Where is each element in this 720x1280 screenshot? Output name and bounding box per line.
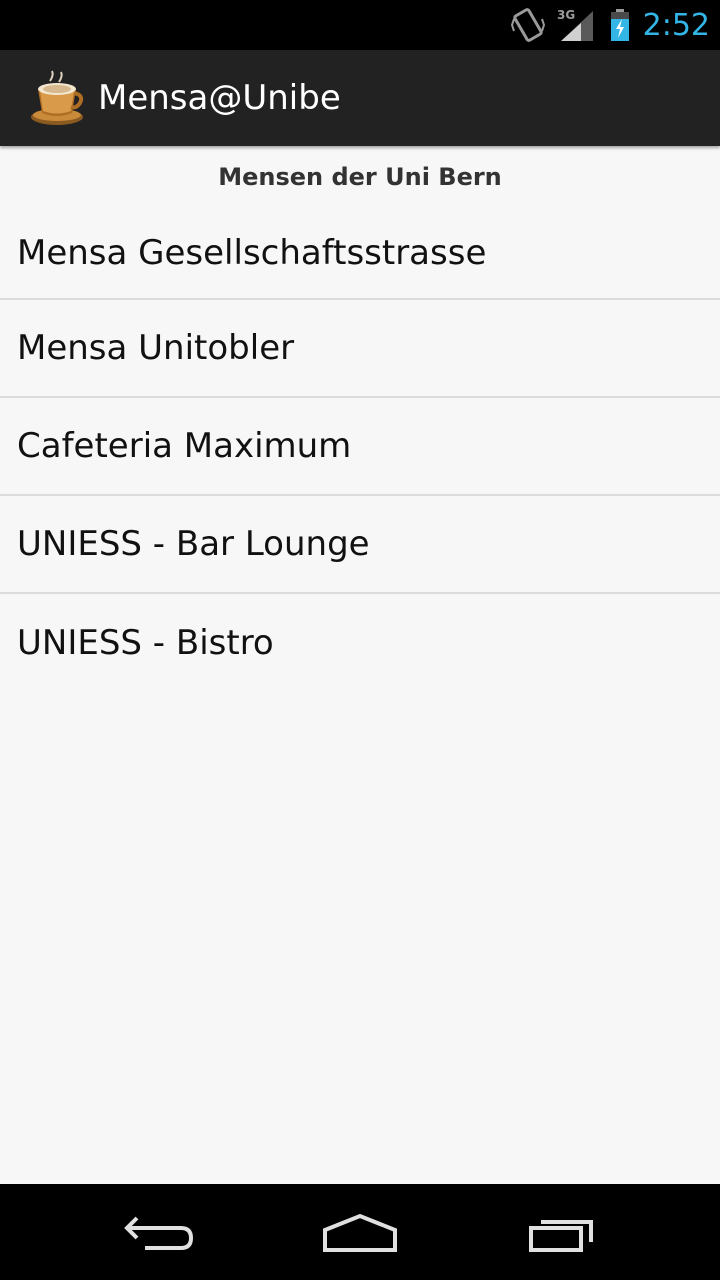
home-icon[interactable] (315, 1204, 405, 1260)
mensa-list: Mensa Gesellschaftsstrasse Mensa Unitobl… (0, 208, 720, 692)
action-bar: Mensa@Unibe (0, 50, 720, 146)
back-icon[interactable] (115, 1204, 205, 1260)
list-item-mensa-gesellschaftsstrasse[interactable]: Mensa Gesellschaftsstrasse (0, 208, 720, 300)
list-item-label: Cafeteria Maximum (17, 426, 352, 466)
vibrate-icon (510, 7, 545, 43)
status-icons: 3G 2:52 (510, 0, 710, 50)
recent-apps-icon[interactable] (517, 1204, 607, 1260)
list-item-mensa-unitobler[interactable]: Mensa Unitobler (0, 300, 720, 398)
navigation-bar (0, 1184, 720, 1280)
status-time: 2:52 (642, 7, 710, 43)
app-title: Mensa@Unibe (98, 78, 341, 118)
network-type-label: 3G (557, 8, 575, 22)
list-item-label: Mensa Unitobler (17, 328, 295, 368)
signal-icon: 3G (557, 7, 597, 43)
screen: 3G 2:52 Mensa@Unibe Mensen der Uni Bern … (0, 0, 720, 1280)
list-item-cafeteria-maximum[interactable]: Cafeteria Maximum (0, 398, 720, 496)
list-item-label: UNIESS - Bar Lounge (17, 524, 370, 564)
battery-charging-icon (609, 7, 631, 43)
list-item-uniess-bistro[interactable]: UNIESS - Bistro (0, 594, 720, 692)
list-item-label: Mensa Gesellschaftsstrasse (17, 233, 487, 273)
status-bar: 3G 2:52 (0, 0, 720, 50)
mensa-list-container: Mensen der Uni Bern Mensa Gesellschaftss… (0, 146, 720, 692)
list-item-label: UNIESS - Bistro (17, 623, 274, 663)
list-header: Mensen der Uni Bern (218, 163, 502, 191)
coffee-cup-icon[interactable] (28, 69, 86, 127)
list-item-uniess-bar-lounge[interactable]: UNIESS - Bar Lounge (0, 496, 720, 594)
